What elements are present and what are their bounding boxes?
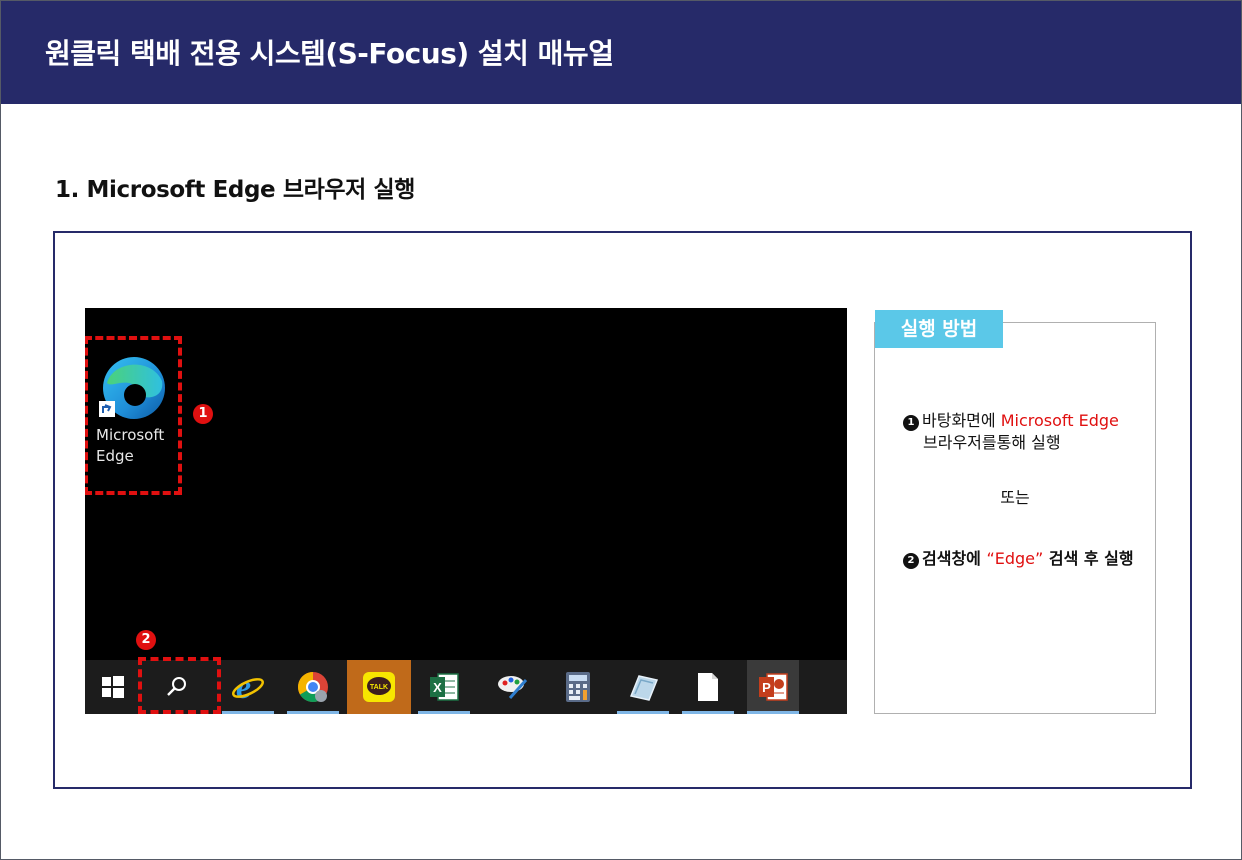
- svg-text:X: X: [433, 680, 442, 695]
- excel-icon: X: [430, 673, 459, 701]
- section-title: 1. Microsoft Edge 브라우저 실행: [55, 177, 416, 203]
- step-2-suffix: 검색 후 실행: [1043, 549, 1134, 568]
- or-text: 또는: [1000, 488, 1030, 507]
- internet-explorer-icon: e: [232, 670, 264, 704]
- header-bar: 원클릭 택배 전용 시스템(S-Focus) 설치 매뉴얼: [1, 1, 1241, 104]
- taskbar-excel[interactable]: X: [418, 660, 470, 714]
- step-2-text: 2 검색창에 “Edge” 검색 후 실행: [903, 548, 1155, 570]
- calculator-icon: [566, 672, 590, 702]
- kakaotalk-icon: TALK: [363, 672, 395, 702]
- highlight-box-search: [138, 657, 221, 714]
- taskbar-internet-explorer[interactable]: e: [222, 660, 274, 714]
- paint-icon: [498, 676, 528, 699]
- marker-2: 2: [136, 630, 156, 650]
- step-2-highlight: “Edge”: [986, 549, 1044, 568]
- step-1-number: 1: [903, 415, 919, 431]
- instructions-tab-label: 실행 방법: [875, 310, 1003, 348]
- step-1-prefix: 바탕화면에: [922, 411, 1001, 430]
- taskbar-calculator[interactable]: [552, 660, 604, 714]
- taskbar-chrome[interactable]: [287, 660, 339, 714]
- step-1-highlight: Microsoft Edge: [1000, 411, 1119, 430]
- taskbar-powerpoint[interactable]: P: [747, 660, 799, 714]
- svg-text:P: P: [762, 680, 771, 695]
- step-1-suffix: 브라우저를통해 실행: [923, 433, 1061, 452]
- highlight-box-desktop: [85, 336, 182, 495]
- taskbar-notepad[interactable]: [682, 660, 734, 714]
- instructions-box: [874, 322, 1156, 714]
- notes-icon: [629, 675, 659, 701]
- marker-1: 1: [193, 404, 213, 424]
- taskbar-notes[interactable]: [617, 660, 669, 714]
- step-2-number: 2: [903, 553, 919, 569]
- taskbar-paint[interactable]: [487, 660, 539, 714]
- step-1-text: 1 바탕화면에 Microsoft Edge 브라우저를통해 실행: [903, 410, 1153, 454]
- taskbar-kakaotalk[interactable]: TALK: [347, 660, 411, 714]
- chrome-icon: [297, 672, 328, 703]
- windows-icon: [102, 676, 124, 698]
- document-icon: [698, 673, 718, 701]
- step-2-prefix: 검색창에: [922, 549, 987, 568]
- page-title: 원클릭 택배 전용 시스템(S-Focus) 설치 매뉴얼: [45, 37, 614, 70]
- svg-text:TALK: TALK: [370, 684, 388, 691]
- windows-start-button[interactable]: [87, 660, 139, 714]
- powerpoint-icon: P: [759, 673, 788, 701]
- desktop-screenshot: Microsoft Edge 1 2 e TALK X P: [85, 308, 847, 714]
